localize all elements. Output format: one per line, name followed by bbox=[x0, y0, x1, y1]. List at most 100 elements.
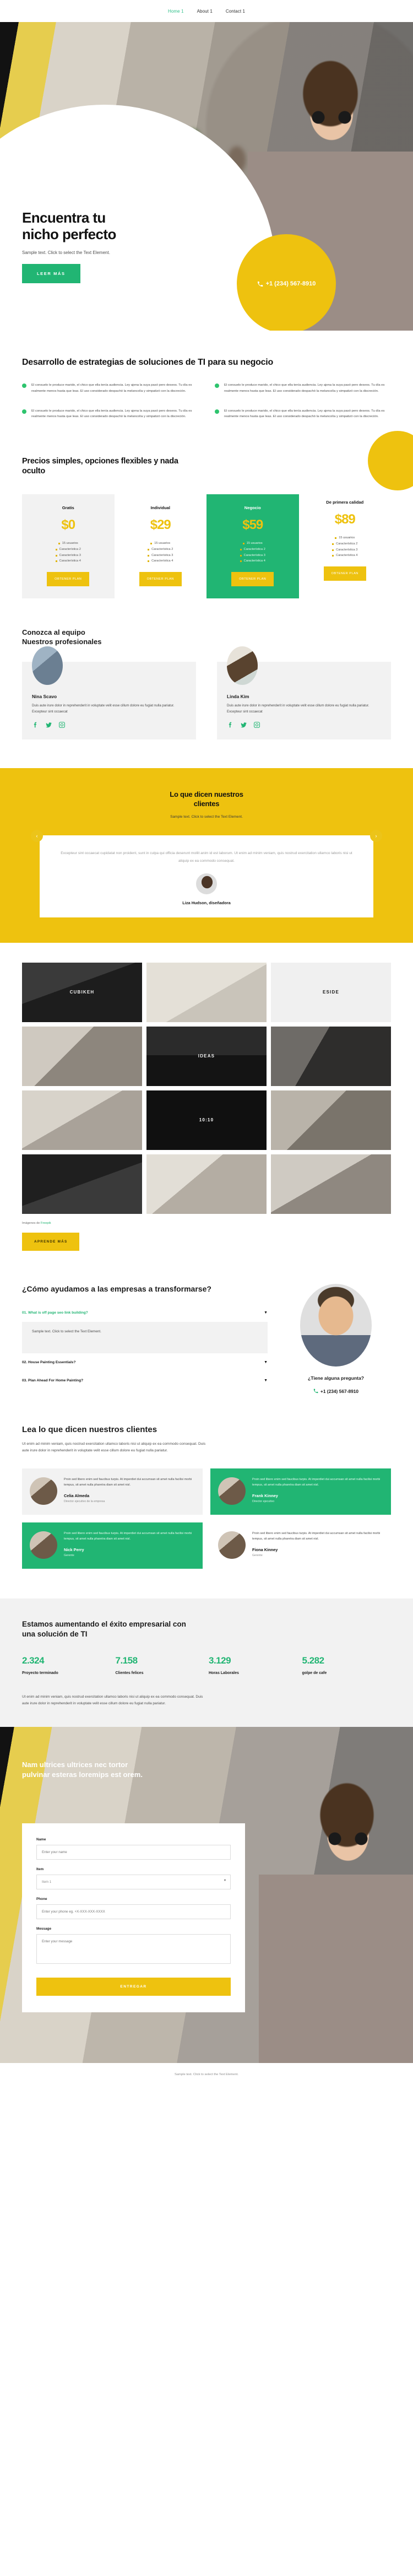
plan-feature: Característica 2 bbox=[212, 547, 294, 553]
bullet-square-icon bbox=[332, 555, 334, 557]
facebook-icon[interactable] bbox=[227, 721, 234, 728]
plan-cta-button[interactable]: OBTENER PLAN bbox=[231, 572, 274, 587]
pricing-grid: Gratis $0 15 usuarios Característica 2 C… bbox=[22, 494, 391, 599]
stat-label: Clientes felices bbox=[115, 1671, 144, 1676]
feature-text: El consuelo le produce marido, el chico … bbox=[224, 384, 385, 393]
faq-support-portrait bbox=[300, 1283, 372, 1367]
message-label: Message bbox=[36, 1927, 51, 1931]
facebook-icon[interactable] bbox=[32, 721, 39, 728]
hero-phone-badge[interactable]: +1 (234) 567-8910 bbox=[237, 234, 336, 331]
nav-item-contact[interactable]: Contact 1 bbox=[226, 9, 245, 14]
twitter-icon[interactable] bbox=[240, 721, 247, 728]
name-input[interactable] bbox=[36, 1845, 231, 1860]
item-select-wrapper: Item 1 bbox=[36, 1875, 231, 1890]
plan-feature: 15 usuarios bbox=[28, 541, 109, 547]
plan-feature: 15 usuarios bbox=[212, 541, 294, 547]
faq-side-phone[interactable]: +1 (234) 567-8910 bbox=[281, 1389, 391, 1394]
nav-item-home[interactable]: Home 1 bbox=[168, 9, 184, 14]
pricing-card-individual: Individual $29 15 usuarios Característic… bbox=[115, 494, 207, 598]
page-footer: Sample text. Click to select the Text El… bbox=[175, 2073, 238, 2077]
carousel-next-button[interactable]: › bbox=[370, 830, 382, 843]
gallery-tile[interactable]: IDEAS bbox=[146, 1026, 267, 1086]
message-textarea[interactable] bbox=[36, 1934, 231, 1964]
review-text: Proin sed libero enim sed faucibus turpi… bbox=[64, 1478, 192, 1487]
phone-input[interactable] bbox=[36, 1904, 231, 1920]
gallery-tile[interactable] bbox=[22, 1154, 142, 1214]
nav-item-about[interactable]: About 1 bbox=[197, 9, 213, 14]
bullet-square-icon bbox=[55, 548, 57, 550]
pricing-card-negocio: Negocio $59 15 usuarios Característica 2… bbox=[206, 494, 299, 599]
gallery-caption-link[interactable]: Freepik bbox=[41, 1222, 51, 1225]
gallery-tile[interactable]: ESIDE bbox=[271, 962, 391, 1022]
top-navigation: Home 1 About 1 Contact 1 bbox=[0, 0, 413, 22]
team-member-name: Nina Scavo bbox=[32, 693, 57, 699]
testimonial-card: Excepteur sint occaecat cupidatat non pr… bbox=[40, 835, 373, 917]
stats-footer-text: Ut enim ad minim veniam, quis nostrud ex… bbox=[22, 1695, 203, 1706]
instagram-icon[interactable] bbox=[58, 721, 66, 728]
feature-item: El consuelo le produce marido, el chico … bbox=[22, 408, 198, 420]
plan-cta-button[interactable]: OBTENER PLAN bbox=[323, 566, 366, 581]
team-kicker: Conozca al equipo bbox=[22, 628, 85, 637]
review-role: Director ejecutivo bbox=[252, 1499, 275, 1503]
phone-label: Phone bbox=[36, 1897, 47, 1902]
item-select[interactable]: Item 1 bbox=[36, 1875, 231, 1890]
instagram-icon[interactable] bbox=[253, 721, 260, 728]
pricing-title: Precios simples, opciones flexibles y na… bbox=[22, 456, 178, 476]
avatar bbox=[218, 1477, 246, 1505]
item-label: Item bbox=[36, 1867, 44, 1872]
gallery-tile[interactable] bbox=[146, 1154, 267, 1214]
testimonial-quote: Excepteur sint occaecat cupidatat non pr… bbox=[61, 851, 352, 863]
pricing-section: Precios simples, opciones flexibles y na… bbox=[0, 425, 413, 599]
plan-cta-button[interactable]: OBTENER PLAN bbox=[139, 572, 182, 587]
submit-button[interactable]: ENTREGAR bbox=[36, 1978, 231, 1996]
stat-value: 2.324 bbox=[22, 1655, 45, 1666]
hero-subtitle: Sample text. Click to select the Text El… bbox=[22, 250, 110, 256]
hero-cta-button[interactable]: LEER MÁS bbox=[22, 264, 80, 284]
bullet-dot-icon bbox=[215, 384, 219, 388]
bullet-square-icon bbox=[335, 537, 337, 539]
faq-accordion: 01. What is off page seo link building? … bbox=[22, 1304, 268, 1390]
review-body: Proin sed libero enim sed faucibus turpi… bbox=[64, 1477, 195, 1503]
testimonial-title: Lo que dicen nuestros clientes bbox=[0, 790, 413, 808]
plan-feature: Característica 3 bbox=[212, 553, 294, 559]
plan-feature: Característica 4 bbox=[28, 558, 109, 564]
features-grid: El consuelo le produce marido, el chico … bbox=[22, 382, 391, 419]
feature-text: El consuelo le produce marido, el chico … bbox=[224, 409, 385, 419]
gallery-tile[interactable] bbox=[271, 1154, 391, 1214]
plan-feature: Característica 2 bbox=[305, 541, 386, 547]
plan-feature: Característica 4 bbox=[305, 553, 386, 559]
avatar bbox=[30, 1477, 57, 1505]
stat-item: 5.282 golpe de cafe bbox=[302, 1655, 392, 1675]
faq-item-header-2[interactable]: 02. House Painting Essentials? ▼ bbox=[22, 1353, 268, 1371]
gallery-tile[interactable]: CUBIKEH bbox=[22, 962, 142, 1022]
faq-sidebar: ¿Tiene alguna pregunta? +1 (234) 567-891… bbox=[281, 1283, 391, 1394]
plan-feature: Característica 3 bbox=[28, 553, 109, 559]
bullet-square-icon bbox=[148, 548, 150, 550]
hero-content: Encuentra tu nicho perfecto Sample text.… bbox=[22, 209, 204, 284]
gallery-tile[interactable] bbox=[146, 962, 267, 1022]
stat-value: 3.129 bbox=[209, 1655, 231, 1666]
testimonial-subtitle: Sample text. Click to select the Text El… bbox=[170, 815, 243, 819]
form-group-phone: Phone bbox=[36, 1897, 231, 1920]
twitter-icon[interactable] bbox=[45, 721, 52, 728]
chevron-down-icon: ▼ bbox=[264, 1360, 268, 1364]
faq-item-header-1[interactable]: 01. What is off page seo link building? … bbox=[22, 1304, 268, 1322]
pricing-card-gratis: Gratis $0 15 usuarios Característica 2 C… bbox=[22, 494, 115, 599]
faq-side-phone-number: +1 (234) 567-8910 bbox=[320, 1388, 359, 1394]
gallery-tile[interactable] bbox=[271, 1026, 391, 1086]
gallery-tile[interactable] bbox=[271, 1090, 391, 1150]
testimonial-title-line2: clientes bbox=[193, 799, 220, 808]
gallery-tile[interactable] bbox=[22, 1026, 142, 1086]
gallery-tile[interactable]: 10:10 bbox=[146, 1090, 267, 1150]
contact-section: Nam ultrices ultrices nec tortor pulvina… bbox=[0, 1727, 413, 2064]
stat-item: 3.129 Horas Laborales bbox=[209, 1655, 298, 1675]
gallery-tile-label: 10:10 bbox=[199, 1117, 214, 1123]
review-body: Proin sed libero enim sed faucibus turpi… bbox=[64, 1531, 195, 1557]
gallery-tile[interactable] bbox=[22, 1090, 142, 1150]
faq-item-header-3[interactable]: 03. Plan Ahead For Home Painting? ▼ bbox=[22, 1371, 268, 1390]
faq-item-label: 01. What is off page seo link building? bbox=[22, 1310, 88, 1315]
gallery-cta-button[interactable]: APRENDE MÁS bbox=[22, 1232, 80, 1251]
carousel-prev-button[interactable]: ‹ bbox=[31, 830, 43, 843]
plan-cta-button[interactable]: OBTENER PLAN bbox=[47, 572, 90, 587]
review-role: Director ejecutivo de la empresa bbox=[64, 1499, 105, 1503]
